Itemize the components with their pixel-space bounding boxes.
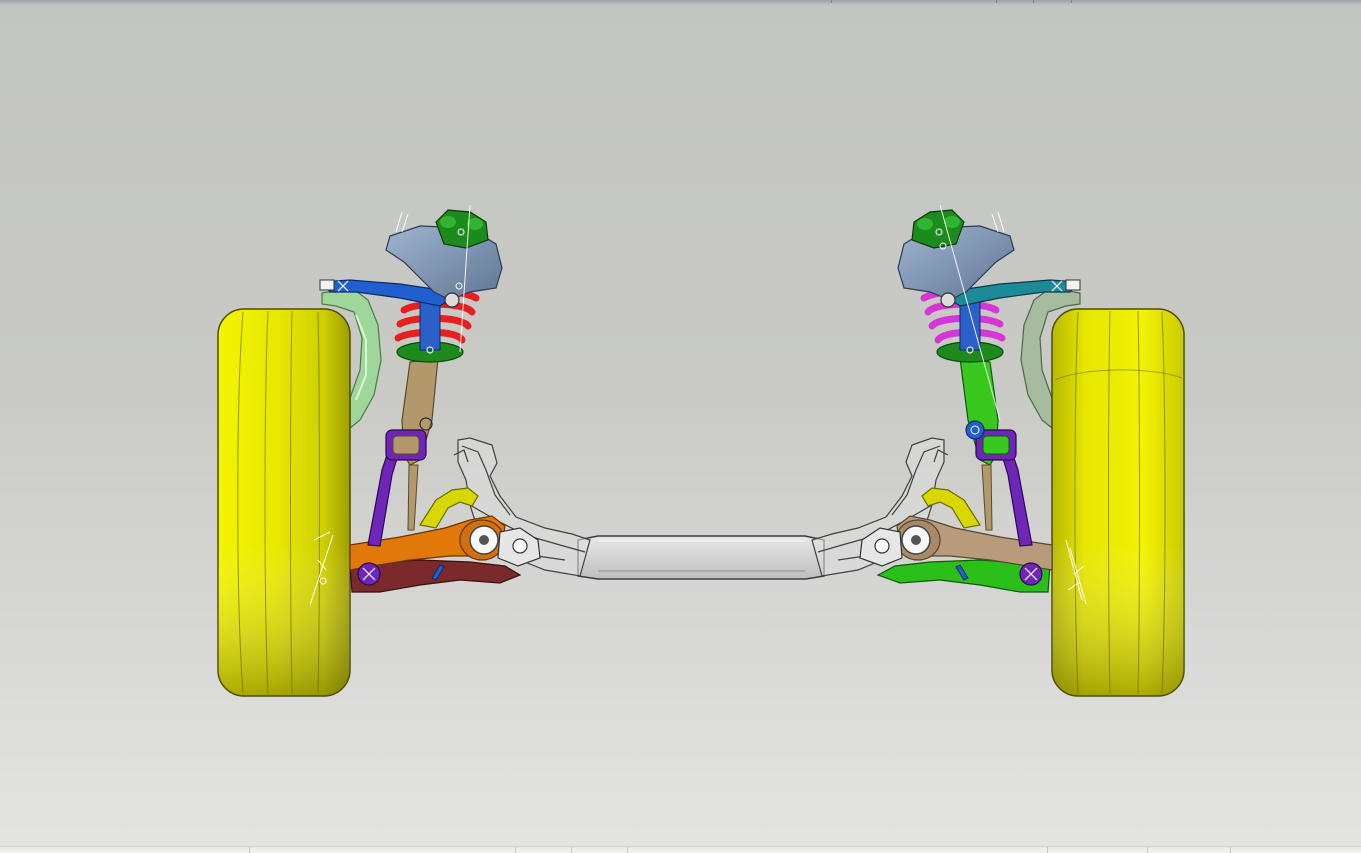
suspension-assembly-render[interactable] (0, 0, 1361, 853)
strut-damper-right[interactable] (959, 357, 1017, 531)
tire-left[interactable] (217, 308, 351, 697)
ball-joint-left[interactable] (357, 562, 381, 586)
3d-viewport[interactable] (0, 0, 1361, 853)
subframe-crossmember[interactable] (577, 535, 825, 580)
strut-damper-left[interactable] (385, 357, 439, 531)
ball-joint-right[interactable] (1019, 562, 1043, 586)
cad-viewer-window (0, 0, 1361, 853)
status-bar (0, 846, 1361, 853)
tire-right[interactable] (1051, 308, 1185, 697)
